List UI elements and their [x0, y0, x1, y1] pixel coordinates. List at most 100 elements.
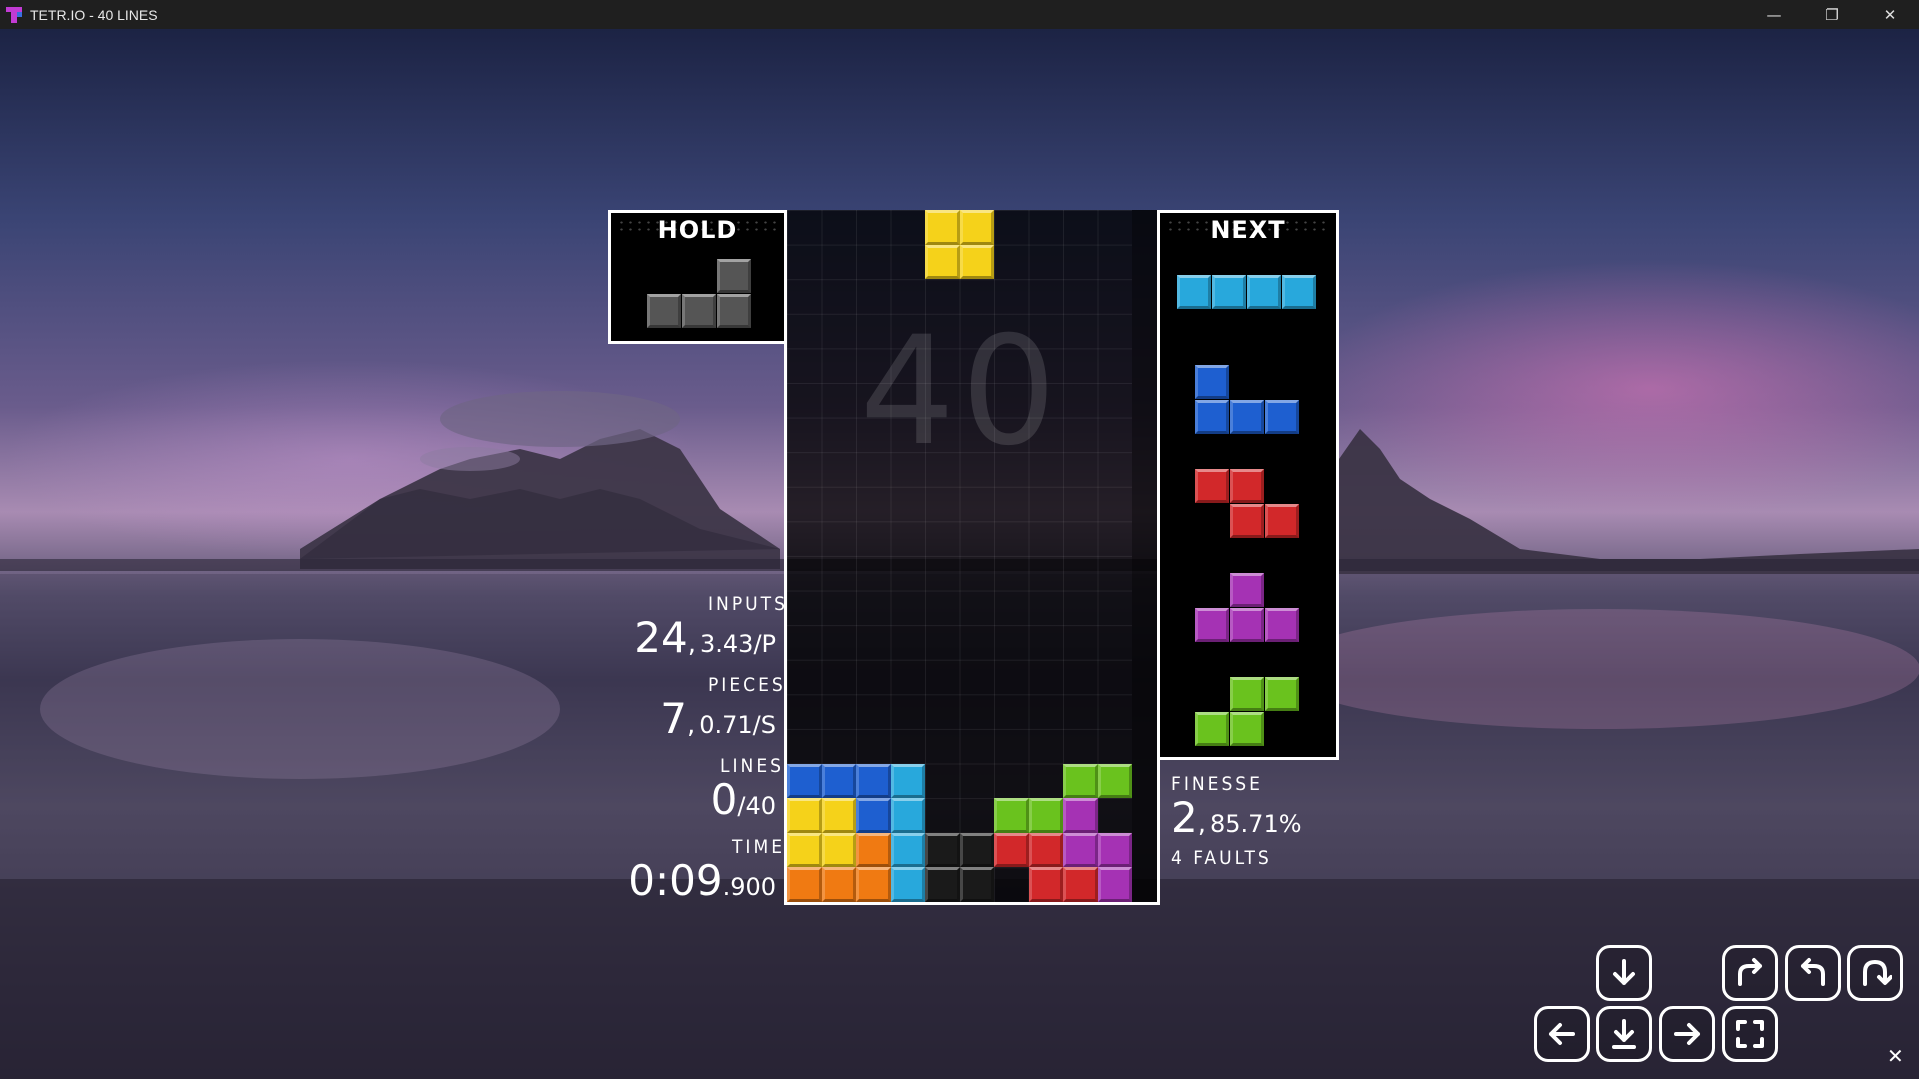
- board-block: [821, 763, 856, 799]
- rotate-180-icon: [1863, 960, 1892, 986]
- board-block: [1028, 798, 1063, 833]
- next-piece-block: [1265, 677, 1299, 711]
- board-block: [994, 798, 1029, 833]
- board-block: [1097, 867, 1132, 902]
- inputs-value: 24: [634, 613, 688, 662]
- board-block: [1063, 763, 1098, 799]
- fullscreen-button[interactable]: [1722, 1006, 1778, 1062]
- pieces-label: PIECES: [708, 674, 786, 696]
- board-block: [1028, 867, 1063, 902]
- next-piece-block: [1230, 400, 1264, 434]
- move-left-button[interactable]: [1534, 1006, 1590, 1062]
- board-block: [1063, 798, 1098, 833]
- board-block: [959, 867, 994, 902]
- board-block: [959, 832, 994, 868]
- arrow-right-icon: [1674, 1023, 1700, 1045]
- next-label: NEXT: [1210, 216, 1286, 244]
- window-title: TETR.IO - 40 LINES: [30, 6, 158, 23]
- board-block: [1063, 867, 1098, 902]
- pieces-value: 7: [660, 694, 687, 743]
- minimize-button[interactable]: —: [1745, 0, 1803, 29]
- arrow-left-icon: [1549, 1023, 1575, 1045]
- lines-stat: 0 /40: [711, 775, 776, 824]
- inputs-label: INPUTS: [708, 593, 788, 615]
- next-piece-block: [1230, 573, 1264, 607]
- next-piece-block: [1230, 677, 1264, 711]
- rotate-ccw-icon: [1801, 958, 1825, 986]
- active-piece-block: [959, 244, 994, 280]
- lines-target: /40: [737, 792, 776, 820]
- next-piece-block: [1230, 504, 1264, 538]
- board-block: [787, 867, 822, 902]
- hard-drop-icon: [1612, 1019, 1636, 1049]
- board-block: [925, 867, 960, 902]
- hold-piece-block: [717, 259, 751, 293]
- board-block: [821, 832, 856, 868]
- board-block: [856, 798, 891, 833]
- active-piece-block: [959, 210, 994, 245]
- next-piece-block: [1282, 275, 1316, 309]
- pieces-rate: 0.71/S: [699, 711, 776, 739]
- close-button[interactable]: ✕: [1861, 0, 1919, 29]
- soft-drop-button[interactable]: [1596, 945, 1652, 1001]
- restore-button[interactable]: ❐: [1803, 0, 1861, 29]
- pieces-stat: 7, 0.71/S: [660, 694, 776, 743]
- lines-remaining-watermark: 40: [859, 305, 1063, 479]
- lines-label: LINES: [720, 755, 784, 777]
- active-piece-block: [925, 244, 960, 280]
- hold-piece-block: [647, 294, 681, 328]
- board-block: [1063, 832, 1098, 868]
- board-block: [856, 867, 891, 902]
- finesse-faults: 4 FAULTS: [1171, 847, 1272, 869]
- board-block: [890, 763, 925, 799]
- board-block: [890, 798, 925, 833]
- rotate-cw-button[interactable]: [1722, 945, 1778, 1001]
- next-piece-block: [1195, 365, 1229, 399]
- board-block: [1028, 832, 1063, 868]
- move-right-button[interactable]: [1659, 1006, 1715, 1062]
- next-piece-block: [1195, 469, 1229, 503]
- board-block: [890, 832, 925, 868]
- time-label: TIME: [732, 836, 786, 858]
- window-titlebar: TETR.IO - 40 LINES — ❐ ✕: [0, 0, 1919, 29]
- game-board: 40: [784, 210, 1160, 905]
- board-block: [787, 832, 822, 868]
- next-piece-block: [1230, 608, 1264, 642]
- hold-piece-block: [717, 294, 751, 328]
- rotate-180-button[interactable]: [1847, 945, 1903, 1001]
- board-block: [821, 798, 856, 833]
- board-block: [890, 867, 925, 902]
- finesse-stat: 2, 85.71%: [1171, 793, 1302, 842]
- hold-label: HOLD: [657, 216, 738, 244]
- board-block: [1097, 832, 1132, 868]
- finesse-label: FINESSE: [1171, 773, 1263, 795]
- next-piece-block: [1247, 275, 1281, 309]
- board-block: [856, 832, 891, 868]
- next-piece-block: [1195, 712, 1229, 746]
- close-controls-icon[interactable]: ✕: [1887, 1044, 1904, 1068]
- next-piece-block: [1195, 400, 1229, 434]
- next-queue-box: NEXT: [1160, 210, 1339, 760]
- next-piece-block: [1177, 275, 1211, 309]
- tetrio-app-icon: [6, 6, 22, 23]
- rotate-ccw-button[interactable]: [1785, 945, 1841, 1001]
- next-piece-block: [1265, 504, 1299, 538]
- next-piece-block: [1265, 400, 1299, 434]
- next-piece-block: [1230, 469, 1264, 503]
- next-piece-block: [1230, 712, 1264, 746]
- board-block: [821, 867, 856, 902]
- active-piece-block: [925, 210, 960, 245]
- board-block: [856, 763, 891, 799]
- time-stat: 0:09 .900: [628, 856, 776, 905]
- board-block: [787, 798, 822, 833]
- board-block: [1097, 763, 1132, 799]
- inputs-rate: 3.43/P: [700, 630, 776, 658]
- hold-piece-block: [682, 294, 716, 328]
- arrow-down-icon: [1613, 959, 1635, 985]
- fullscreen-icon: [1736, 1020, 1764, 1048]
- hard-drop-button[interactable]: [1596, 1006, 1652, 1062]
- next-piece-block: [1195, 608, 1229, 642]
- lines-value: 0: [710, 775, 738, 824]
- finesse-value: 2: [1171, 793, 1198, 842]
- hold-box: HOLD: [608, 210, 784, 344]
